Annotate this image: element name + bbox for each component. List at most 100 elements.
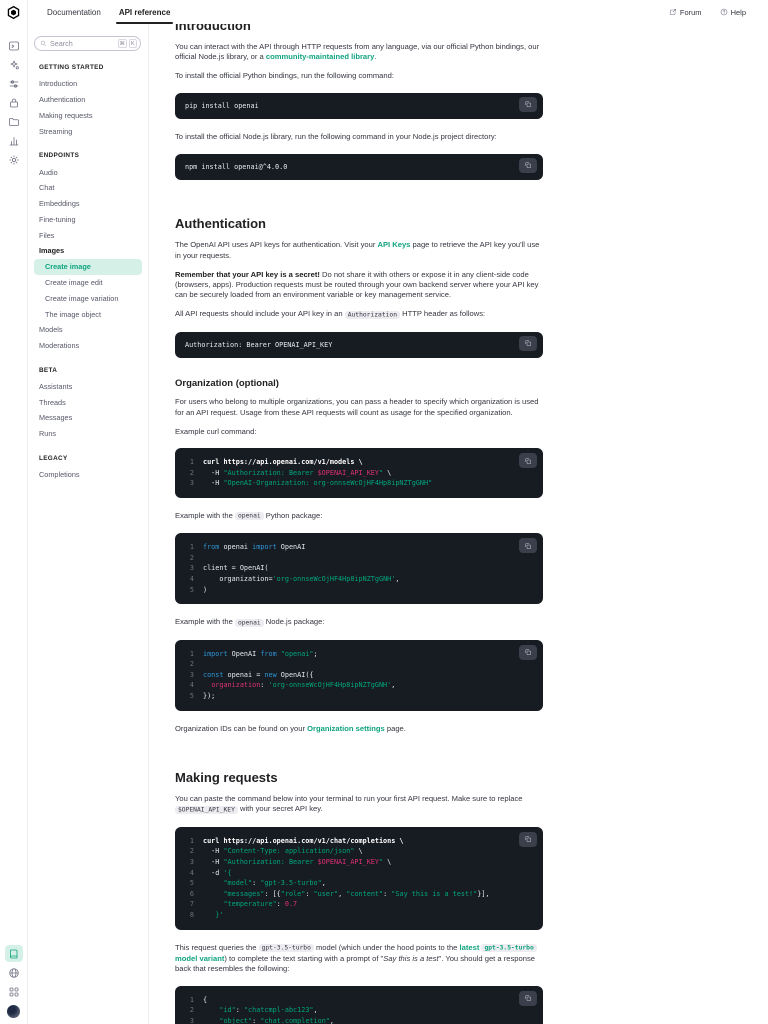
- copy-button[interactable]: [519, 453, 537, 469]
- copy-button[interactable]: [519, 990, 537, 1006]
- sidebar-item-authentication[interactable]: Authentication: [34, 92, 142, 108]
- inline-link[interactable]: gpt-3.5-turbo: [481, 944, 537, 953]
- line-number: 1: [189, 543, 194, 552]
- code-token: from: [260, 649, 277, 658]
- code-line: 4 organization='org-onnseWcOjHF4Hp8ipNZT…: [187, 574, 531, 585]
- sidebar-item-chat[interactable]: Chat: [34, 180, 142, 196]
- copy-button[interactable]: [519, 538, 537, 554]
- code-line: 4 organization: 'org-onnseWcOjHF4Hp8ipNZ…: [187, 680, 531, 691]
- code-token: ,: [329, 1016, 334, 1024]
- copy-button[interactable]: [519, 644, 537, 660]
- openai-logo-icon[interactable]: [6, 5, 21, 25]
- copy-button[interactable]: [519, 831, 537, 847]
- sidebar-item-images[interactable]: Images: [34, 243, 142, 259]
- inline-link[interactable]: API Keys: [377, 240, 410, 249]
- inline-link[interactable]: model variant: [175, 954, 224, 963]
- code-token: OpenAI: [276, 543, 306, 552]
- code-line: 1 import OpenAI from "openai";: [187, 649, 531, 660]
- docs-icon[interactable]: [4, 945, 23, 962]
- files-icon[interactable]: [5, 113, 23, 130]
- code-token: "object": [219, 1016, 253, 1024]
- sidebar-item-assistants[interactable]: Assistants: [34, 379, 142, 395]
- code-token: "user": [313, 889, 339, 898]
- text-run: Remember that your API key is a secret!: [175, 269, 320, 279]
- code-line: 3 -H "OpenAI-Organization: org-onnseWcOj…: [187, 478, 531, 489]
- help-link[interactable]: Help: [720, 8, 746, 17]
- paragraph: You can paste the command below into you…: [175, 794, 543, 816]
- tab-documentation[interactable]: Documentation: [38, 0, 110, 24]
- section-title: Making requests: [175, 770, 278, 785]
- line-number: 3: [189, 479, 194, 488]
- subsection-title: Organization (optional): [175, 378, 279, 390]
- sidebar-item-introduction[interactable]: Introduction: [34, 76, 142, 92]
- usage-icon[interactable]: [5, 132, 23, 149]
- line-number: 2: [189, 468, 194, 477]
- copy-icon: [525, 543, 531, 549]
- inline-code: gpt-3.5-turbo: [258, 944, 314, 953]
- code-token: organization: [211, 681, 261, 690]
- copy-button[interactable]: [519, 96, 537, 112]
- settings-icon[interactable]: [5, 151, 23, 168]
- api-keys-icon[interactable]: [5, 94, 23, 111]
- copy-button[interactable]: [519, 157, 537, 173]
- sidebar-item-models[interactable]: Models: [34, 322, 142, 338]
- sidebar-item-streaming[interactable]: Streaming: [34, 123, 142, 139]
- sidebar-item-moderations[interactable]: Moderations: [34, 338, 142, 354]
- sidebar-item-create-image-edit[interactable]: Create image edit: [34, 275, 142, 291]
- code-token: "chatcmpl-abc123": [243, 1006, 314, 1015]
- line-number: 1: [189, 649, 194, 658]
- assistants-icon[interactable]: [5, 56, 23, 73]
- sidebar-item-the-image-object[interactable]: The image object: [34, 306, 142, 322]
- code-line: 5 "model": "gpt-3.5-turbo",: [187, 878, 531, 889]
- code-token: const: [203, 670, 224, 679]
- code-line: 3 "object": "chat.completion",: [187, 1016, 531, 1024]
- inline-link[interactable]: latest: [460, 943, 482, 952]
- code-token: "openai": [280, 649, 314, 658]
- sidebar-item-completions[interactable]: Completions: [34, 467, 142, 483]
- playground-icon[interactable]: [5, 37, 23, 54]
- paragraph: Example with the openai Node.js package:: [175, 617, 543, 628]
- code-line: 5});: [187, 691, 531, 702]
- inline-link[interactable]: Organization settings: [307, 724, 385, 733]
- sidebar-item-audio[interactable]: Audio: [34, 164, 142, 180]
- code-line: 2 "id": "chatcmpl-abc123",: [187, 1005, 531, 1016]
- sidebar-item-embeddings[interactable]: Embeddings: [34, 196, 142, 212]
- line-number: 5: [189, 585, 194, 594]
- code-token: curl https://api.openai.com/v1/chat/comp…: [203, 836, 404, 845]
- code-token: -H: [203, 847, 224, 856]
- text-run: You can paste the command below into you…: [175, 794, 523, 803]
- fine-tuning-icon[interactable]: [5, 75, 23, 92]
- search-input[interactable]: Search ⌘ K: [34, 36, 141, 51]
- sidebar-item-threads[interactable]: Threads: [34, 394, 142, 410]
- section-title: Authentication: [175, 216, 266, 232]
- sidebar-item-runs[interactable]: Runs: [34, 426, 142, 442]
- code-token: }': [215, 910, 224, 919]
- code-token: "id": [219, 1006, 236, 1015]
- code-line: 3 client = OpenAI(: [187, 563, 531, 574]
- sidebar-item-create-image[interactable]: Create image: [34, 258, 142, 275]
- text-run: The OpenAI API uses API keys for authent…: [175, 240, 378, 250]
- forum-globe-icon[interactable]: [5, 964, 23, 981]
- code-block-authorization-header: Authorization: Bearer OPENAI_API_KEY: [175, 331, 543, 359]
- sidebar-item-create-image-variation[interactable]: Create image variation: [34, 290, 142, 306]
- sidebar-item-messages[interactable]: Messages: [34, 410, 142, 426]
- code-token: \: [354, 847, 363, 856]
- copy-button[interactable]: [519, 335, 537, 351]
- text-run: This request queries the: [175, 942, 259, 952]
- code-token: 0.7: [284, 900, 298, 909]
- copy-icon: [525, 836, 531, 843]
- apps-grid-icon[interactable]: [5, 983, 23, 1000]
- sidebar-item-making-requests[interactable]: Making requests: [34, 108, 142, 124]
- code-token: organization=: [203, 575, 273, 584]
- forum-link[interactable]: Forum: [669, 8, 702, 17]
- code-token: "Say this is a test!": [391, 889, 478, 898]
- line-number: 8: [189, 910, 194, 919]
- paragraph: Example curl command:: [175, 427, 543, 437]
- sidebar-item-fine-tuning[interactable]: Fine-tuning: [34, 211, 142, 227]
- text-run: For users who belong to multiple organiz…: [175, 397, 539, 417]
- profile-avatar[interactable]: [7, 1005, 20, 1018]
- tab-api-reference[interactable]: API reference: [110, 0, 180, 24]
- inline-link[interactable]: community-maintained library: [266, 52, 374, 61]
- sidebar-item-files[interactable]: Files: [34, 227, 142, 243]
- code-token: :: [276, 900, 285, 909]
